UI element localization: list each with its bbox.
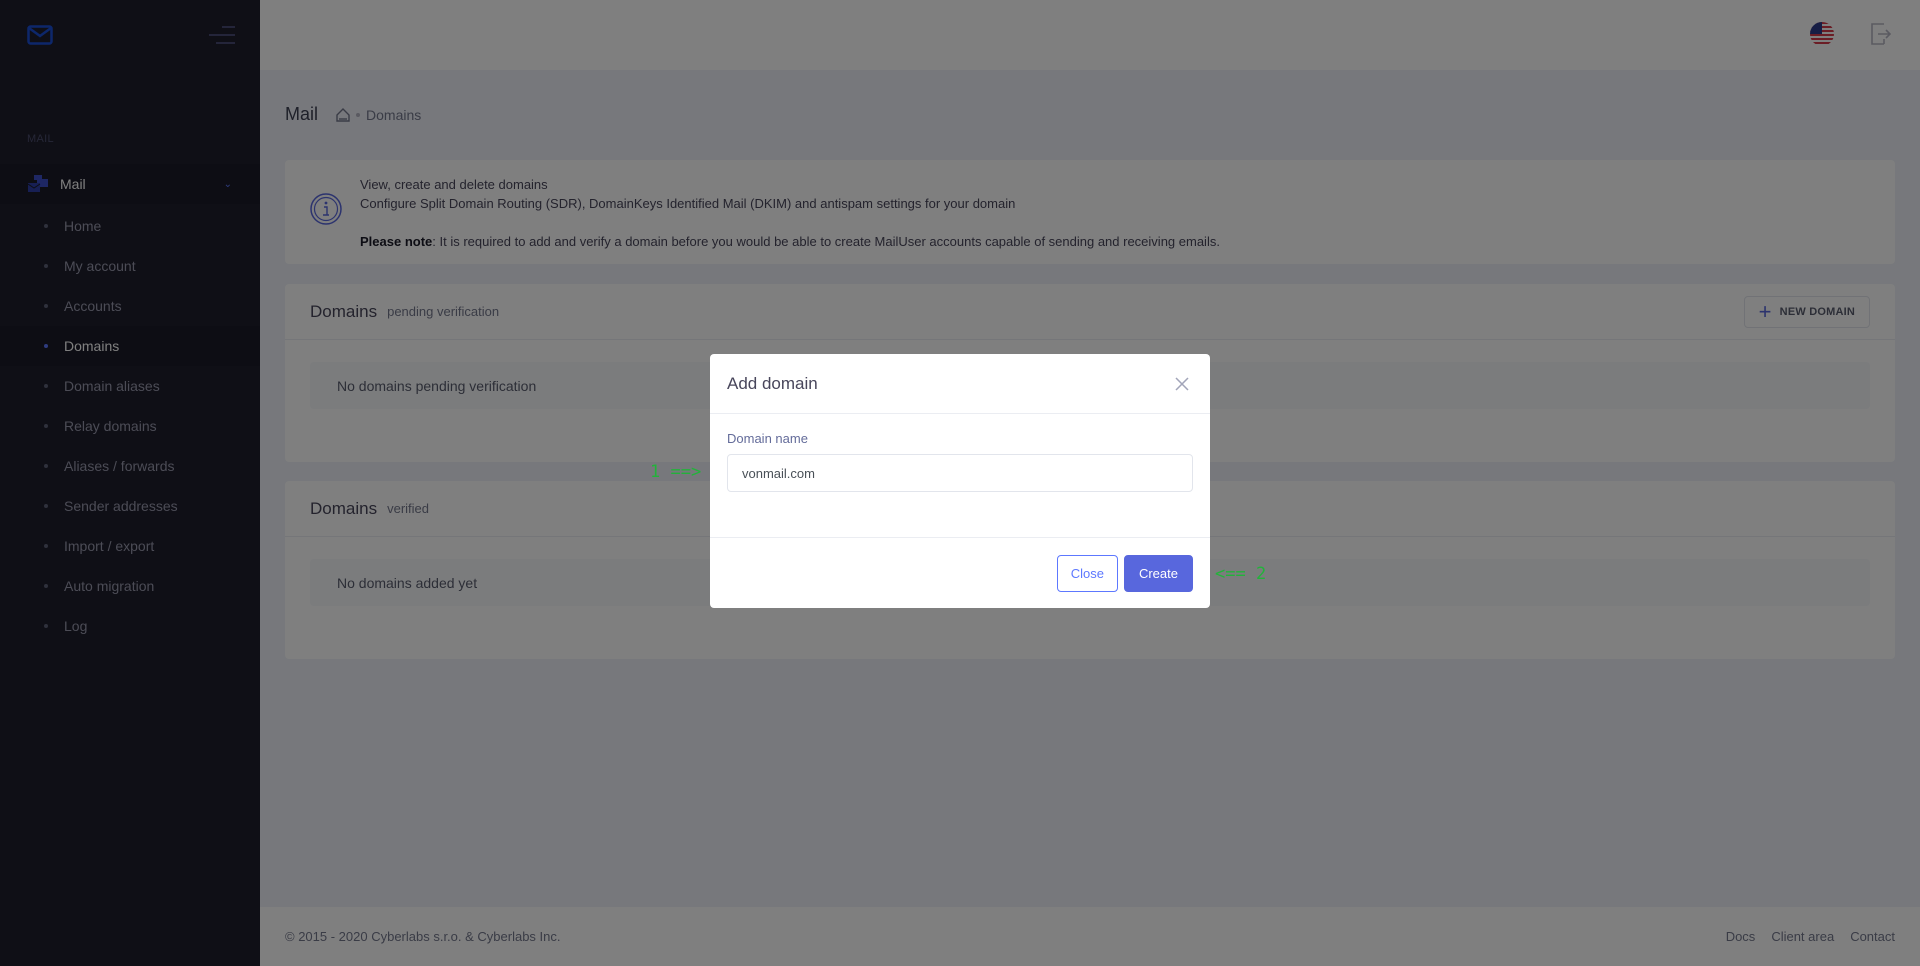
domain-name-input[interactable] <box>727 454 1193 492</box>
modal-title: Add domain <box>727 373 818 393</box>
close-icon[interactable] <box>1175 376 1189 391</box>
annotation-step-2: <== 2 <box>1215 564 1267 584</box>
close-button[interactable]: Close <box>1056 555 1118 592</box>
domain-name-label: Domain name <box>727 431 808 446</box>
modal-header: Add domain <box>710 354 1210 414</box>
modal-footer: Close Create <box>710 538 1210 592</box>
annotation-step-1: 1 ==> <box>650 462 702 482</box>
add-domain-modal: Add domain Domain name Close Create <box>710 354 1210 608</box>
modal-body: Domain name <box>710 414 1210 538</box>
create-button[interactable]: Create <box>1123 555 1193 592</box>
